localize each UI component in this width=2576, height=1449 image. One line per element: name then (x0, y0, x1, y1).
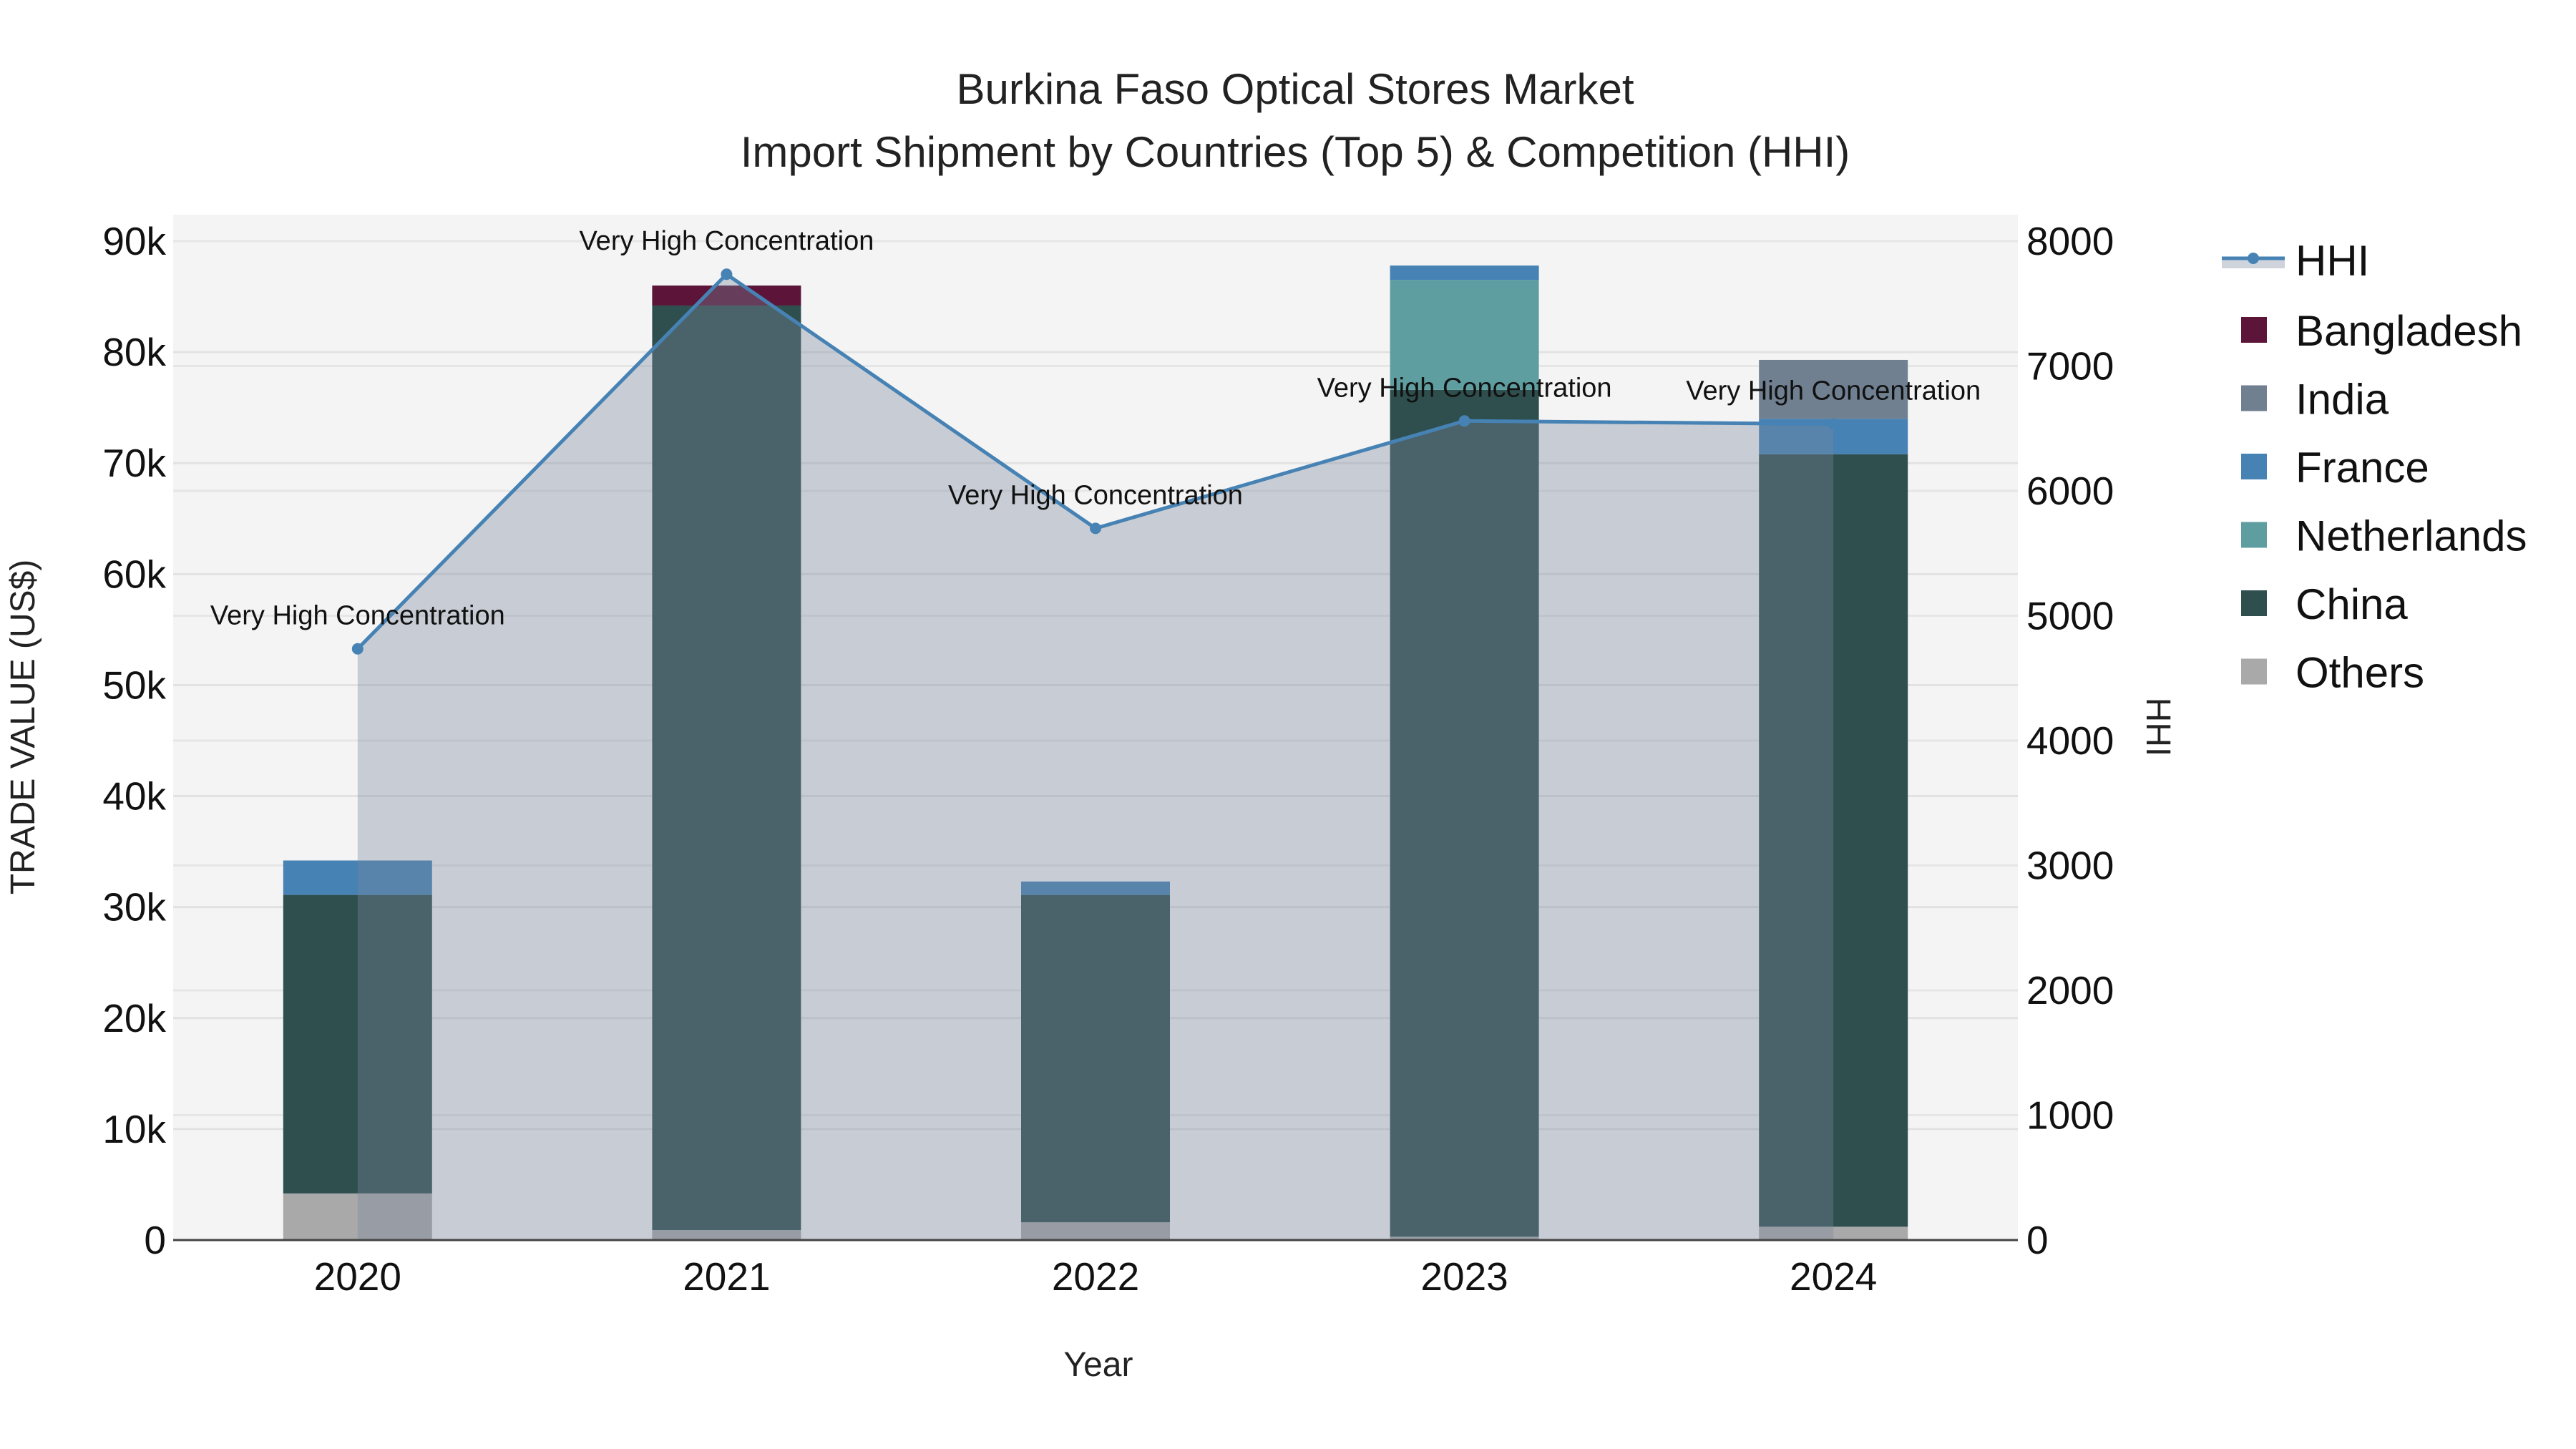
y-tick-label: 90k (102, 219, 166, 263)
y-tick-label: 10k (102, 1107, 166, 1151)
legend-label-hhi: HHI (2296, 237, 2369, 285)
y-tick-label: 0 (144, 1218, 166, 1262)
y2-tick-label: 8000 (2026, 219, 2114, 263)
y-tick-label: 40k (102, 774, 166, 819)
legend-swatch-china (2241, 590, 2267, 616)
legend-swatch-india (2241, 385, 2267, 411)
legend-label-others: Others (2296, 649, 2424, 697)
legend-swatch-bangladesh (2241, 317, 2267, 343)
chart: Very High Concentration Very High Concent… (4, 65, 2527, 1384)
y2-tick-label: 1000 (2026, 1093, 2114, 1138)
hhi-point (1458, 415, 1470, 427)
y2-tick-label: 6000 (2026, 469, 2114, 513)
legend-hhi-marker (2248, 253, 2259, 264)
hhi-annotation: Very High Concentration (1686, 376, 1981, 406)
legend: HHI Bangladesh India France Netherlands China… (2222, 237, 2527, 697)
legend-swatch-france (2241, 454, 2267, 479)
legend-label-netherlands: Netherlands (2296, 512, 2527, 560)
y-tick-label: 80k (102, 330, 166, 374)
x-tick-label: 2021 (683, 1254, 770, 1299)
hhi-annotation: Very High Concentration (948, 480, 1243, 510)
legend-label-china: China (2296, 580, 2408, 628)
y2-axis-title: HHI (2139, 698, 2177, 757)
y2-tick-label: 5000 (2026, 594, 2114, 638)
x-tick-label: 2024 (1790, 1254, 1877, 1299)
y2-tick-label: 7000 (2026, 344, 2114, 389)
legend-label-france: France (2296, 444, 2429, 492)
hhi-annotation: Very High Concentration (579, 226, 874, 256)
y-tick-label: 60k (102, 552, 166, 596)
hhi-annotation: Very High Concentration (1317, 373, 1612, 403)
y2-tick-label: 3000 (2026, 844, 2114, 888)
hhi-point (351, 643, 364, 655)
chart-subtitle: Import Shipment by Countries (Top 5) & C… (741, 128, 1850, 176)
y2-tick-label: 2000 (2026, 968, 2114, 1013)
legend-label-bangladesh: Bangladesh (2296, 307, 2522, 355)
y-tick-label: 20k (102, 996, 166, 1040)
x-tick-label: 2023 (1420, 1254, 1508, 1299)
y-tick-label: 70k (102, 441, 166, 485)
x-axis-title: Year (1064, 1346, 1133, 1384)
hhi-annotation: Very High Concentration (210, 601, 505, 631)
y-tick-label: 50k (102, 663, 166, 707)
y-tick-label: 30k (102, 885, 166, 930)
hhi-point (1090, 522, 1101, 535)
hhi-point (721, 268, 733, 280)
y2-tick-label: 4000 (2026, 718, 2114, 763)
bar-france-2023 (1390, 265, 1539, 280)
hhi-point (1828, 418, 1840, 430)
chart-title: Burkina Faso Optical Stores Market (956, 65, 1634, 113)
y-axis-title: TRADE VALUE (US$) (4, 560, 42, 895)
legend-swatch-netherlands (2241, 522, 2267, 548)
y2-tick-label: 0 (2026, 1218, 2049, 1262)
legend-swatch-others (2241, 658, 2267, 685)
x-tick-label: 2022 (1052, 1254, 1139, 1299)
x-tick-label: 2020 (314, 1254, 401, 1299)
legend-label-india: India (2296, 376, 2389, 424)
